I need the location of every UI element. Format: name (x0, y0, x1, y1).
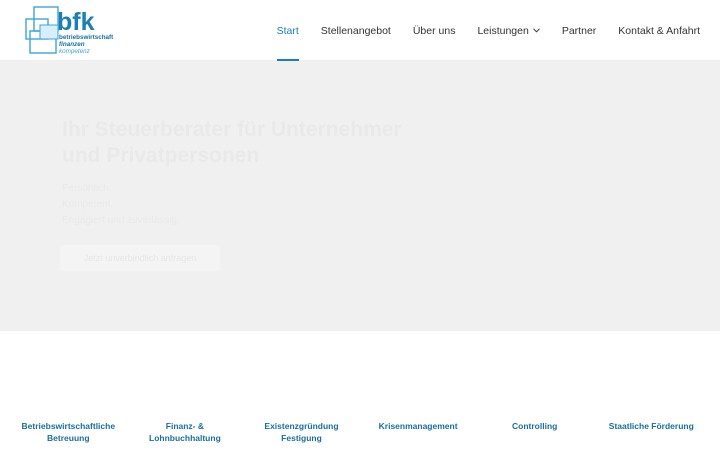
service-controlling[interactable]: Controlling (476, 420, 593, 432)
service-label-line-2: Betreuung (47, 433, 90, 443)
service-label-line-1: Betriebswirtschaftliche (21, 421, 116, 431)
nav-item-label: Über uns (412, 24, 456, 37)
chevron-down-icon (532, 28, 540, 33)
service-betriebswirtschaftliche-betreuung[interactable]: Betriebswirtschaftliche Betreuung (10, 420, 127, 444)
hero-section: Ihr Steuerberater für Unternehmer und Pr… (0, 61, 720, 331)
service-label-line-2: Festigung (281, 433, 322, 443)
hero-title: Ihr Steuerberater für Unternehmer und Pr… (62, 118, 402, 167)
logo-brand: bfk (57, 8, 95, 36)
nav-item-label: Partner (561, 24, 597, 37)
nav-item-stellenangebot[interactable]: Stellenangebot (321, 0, 391, 61)
service-label-line-1: Controlling (512, 421, 558, 431)
nav-item-label: Kontakt & Anfahrt (618, 24, 700, 37)
nav-item-label: Start (276, 24, 299, 37)
logo-line-3: kompetenz (59, 48, 91, 55)
nav-item-label: Stellenangebot (320, 24, 391, 37)
logo-line-2: finanzen (59, 41, 85, 48)
service-label-line-1: Existenzgründung (264, 421, 339, 431)
service-label-line-1: Staatliche Förderung (608, 421, 694, 431)
service-existenzgruendung[interactable]: Existenzgründung Festigung (243, 420, 360, 444)
nav-item-ueber-uns[interactable]: Über uns (413, 0, 456, 61)
logo-line-1: betriebswirtschaft (59, 34, 114, 41)
service-finanz-lohnbuchhaltung[interactable]: Finanz- & Lohnbuchhaltung (127, 420, 244, 444)
nav-item-leistungen[interactable]: Leistungen (477, 0, 540, 61)
nav-item-start[interactable]: Start (276, 0, 299, 61)
site-header: bfk betriebswirtschaft finanzen kompeten… (0, 0, 720, 61)
service-staatliche-foerderung[interactable]: Staatliche Förderung (593, 420, 710, 432)
service-label-line-2: Lohnbuchhaltung (149, 433, 221, 443)
service-krisenmanagement[interactable]: Krisenmanagement (360, 420, 477, 432)
logo[interactable]: bfk betriebswirtschaft finanzen kompeten… (24, 3, 120, 57)
logo-graphic: bfk betriebswirtschaft finanzen kompeten… (25, 6, 114, 55)
nav-item-kontakt[interactable]: Kontakt & Anfahrt (618, 0, 700, 61)
hero-tagline-1: Persönlich. (62, 183, 112, 194)
service-label-line-1: Krisenmanagement (378, 421, 458, 431)
services-section: Betriebswirtschaftliche Betreuung Finanz… (0, 331, 720, 450)
hero-tagline-2: Kompetent. (62, 199, 114, 210)
hero-tagline-3: Engagiert und zuverlässig. (62, 215, 180, 226)
main-nav: Start Stellenangebot Über uns Leistungen… (255, 0, 700, 61)
nav-item-partner[interactable]: Partner (562, 0, 596, 61)
nav-item-label: Leistungen (477, 24, 529, 37)
inquiry-button[interactable]: Jetzt unverbindlich anfragen (60, 245, 220, 271)
service-label-line-1: Finanz- & (165, 421, 205, 431)
